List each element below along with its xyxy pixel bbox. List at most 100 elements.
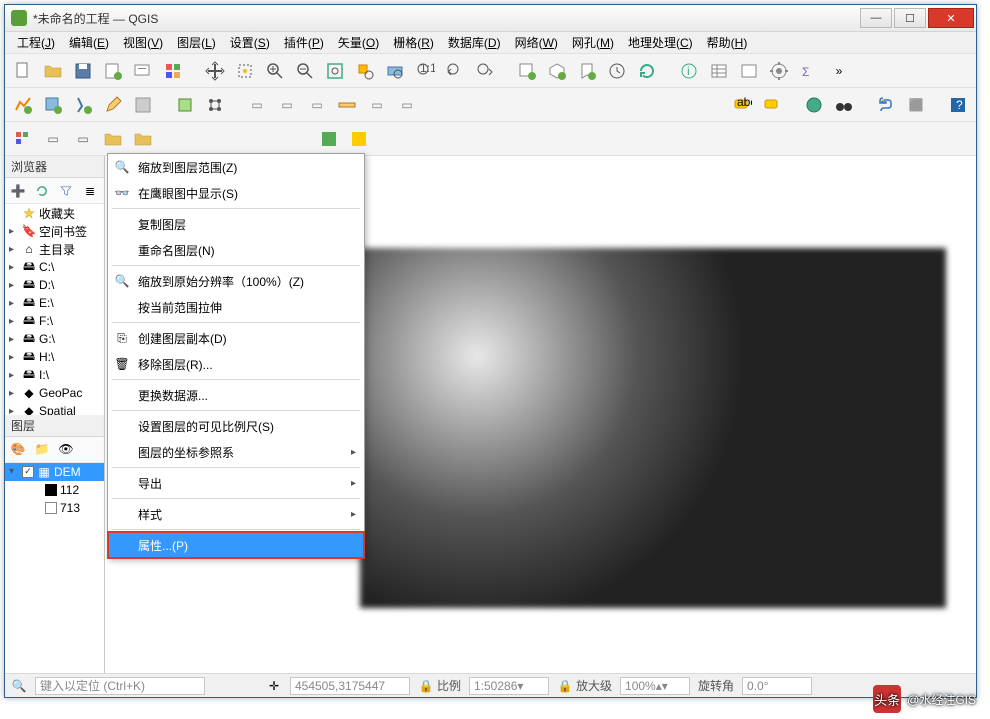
zoom-in-icon[interactable] <box>263 59 287 83</box>
coordinates-display[interactable]: 454505,3175447 <box>290 677 410 695</box>
field-calculator-icon[interactable] <box>737 59 761 83</box>
browser-item-favorites[interactable]: 收藏夹 <box>5 204 104 222</box>
diagram-icon[interactable] <box>760 93 784 117</box>
manage-visibility-icon[interactable]: 👁 <box>57 440 75 458</box>
select-features-icon[interactable]: ▭ <box>245 93 269 117</box>
binoculars-icon[interactable] <box>832 93 856 117</box>
save-edits-icon[interactable] <box>131 93 155 117</box>
browser-item-drive-e[interactable]: ▸🖴E:\ <box>5 294 104 312</box>
magnifier-input[interactable]: 100% ▴▾ <box>620 677 690 695</box>
scale-input[interactable]: 1:50286 ▾ <box>469 677 549 695</box>
browser-item-drive-f[interactable]: ▸🖴F:\ <box>5 312 104 330</box>
browser-item-drive-i[interactable]: ▸🖴I:\ <box>5 366 104 384</box>
ctx-rename-layer[interactable]: 重命名图层(N) <box>108 237 364 263</box>
collapse-all-icon[interactable]: ≣ <box>81 182 99 200</box>
menu-mesh[interactable]: 网孔(M) <box>566 32 620 53</box>
browser-item-drive-d[interactable]: ▸🖴D:\ <box>5 276 104 294</box>
new-print-layout-icon[interactable] <box>101 59 125 83</box>
ctx-properties[interactable]: 属性...(P) <box>108 532 364 558</box>
maximize-button[interactable]: ☐ <box>894 8 926 28</box>
new-geopackage-icon[interactable]: ▭ <box>41 127 65 151</box>
menu-view[interactable]: 视图(V) <box>117 32 169 53</box>
zoom-selection-icon[interactable] <box>353 59 377 83</box>
python-console-icon[interactable] <box>874 93 898 117</box>
measure-angle-icon[interactable]: ▭ <box>395 93 419 117</box>
refresh-browser-icon[interactable] <box>33 182 51 200</box>
select-by-expression-icon[interactable]: ▭ <box>305 93 329 117</box>
ctx-zoom-native[interactable]: 🔍缩放到原始分辨率（100%）(Z) <box>108 268 364 294</box>
browser-tree[interactable]: 收藏夹 ▸🔖空间书签 ▸⌂主目录 ▸🖴C:\ ▸🖴D:\ ▸🖴E:\ ▸🖴F:\… <box>5 204 104 415</box>
zoom-out-icon[interactable] <box>293 59 317 83</box>
help-icon[interactable]: ? <box>946 93 970 117</box>
zoom-last-icon[interactable] <box>443 59 467 83</box>
statistics-icon[interactable]: Σ <box>797 59 821 83</box>
menu-web[interactable]: 网络(W) <box>509 32 564 53</box>
zoom-next-icon[interactable] <box>473 59 497 83</box>
zoom-native-icon[interactable]: 1:1 <box>413 59 437 83</box>
rotation-input[interactable]: 0.0° <box>742 677 812 695</box>
close-button[interactable]: ✕ <box>928 8 974 28</box>
measure-area-icon[interactable]: ▭ <box>365 93 389 117</box>
plugins-icon[interactable]: ⬛ <box>904 93 928 117</box>
menu-edit[interactable]: 编辑(E) <box>63 32 115 53</box>
tb-icon-5[interactable] <box>131 127 155 151</box>
browser-item-bookmarks[interactable]: ▸🔖空间书签 <box>5 222 104 240</box>
new-map-view-icon[interactable] <box>515 59 539 83</box>
ctx-export[interactable]: 导出 <box>108 470 364 496</box>
refresh-icon[interactable] <box>635 59 659 83</box>
new-shapefile-icon[interactable] <box>71 93 95 117</box>
ctx-set-scale-visibility[interactable]: 设置图层的可见比例尺(S) <box>108 413 364 439</box>
menu-help[interactable]: 帮助(H) <box>701 32 754 53</box>
new-3d-view-icon[interactable] <box>545 59 569 83</box>
add-group-icon[interactable]: 📁 <box>33 440 51 458</box>
locator-icon[interactable]: 🔍 <box>11 678 27 694</box>
ctx-styles[interactable]: 样式 <box>108 501 364 527</box>
tb-icon-green[interactable] <box>317 127 341 151</box>
layout-manager-icon[interactable] <box>131 59 155 83</box>
temporal-controller-icon[interactable] <box>605 59 629 83</box>
vertex-tool-icon[interactable] <box>203 93 227 117</box>
new-project-icon[interactable] <box>11 59 35 83</box>
browser-item-home[interactable]: ▸⌂主目录 <box>5 240 104 258</box>
minimize-button[interactable]: — <box>860 8 892 28</box>
new-bookmark-icon[interactable] <box>575 59 599 83</box>
more-icon[interactable]: » <box>827 59 851 83</box>
tb-icon-yellow[interactable] <box>347 127 371 151</box>
ctx-change-datasource[interactable]: 更换数据源... <box>108 382 364 408</box>
ctx-copy-layer[interactable]: 复制图层 <box>108 211 364 237</box>
ctx-stretch-extent[interactable]: 按当前范围拉伸 <box>108 294 364 320</box>
tb-icon-4[interactable] <box>101 127 125 151</box>
menu-database[interactable]: 数据库(D) <box>442 32 507 53</box>
pan-icon[interactable] <box>203 59 227 83</box>
browser-item-drive-g[interactable]: ▸🖴G:\ <box>5 330 104 348</box>
browser-item-drive-c[interactable]: ▸🖴C:\ <box>5 258 104 276</box>
menu-layer[interactable]: 图层(L) <box>171 32 222 53</box>
menu-vector[interactable]: 矢量(O) <box>332 32 385 53</box>
toggle-editing-icon[interactable] <box>101 93 125 117</box>
style-manager-icon[interactable] <box>161 59 185 83</box>
pan-to-selection-icon[interactable] <box>233 59 257 83</box>
zoom-layer-icon[interactable] <box>383 59 407 83</box>
browser-item-spatialite[interactable]: ▸◆Spatial <box>5 402 104 415</box>
deselect-icon[interactable]: ▭ <box>275 93 299 117</box>
tb-icon-3[interactable]: ▭ <box>71 127 95 151</box>
menu-raster[interactable]: 栅格(R) <box>387 32 440 53</box>
metasearch-icon[interactable] <box>802 93 826 117</box>
save-project-icon[interactable] <box>71 59 95 83</box>
add-layer-icon[interactable]: ➕ <box>9 182 27 200</box>
identify-icon[interactable]: i <box>677 59 701 83</box>
browser-item-geopackage[interactable]: ▸◆GeoPac <box>5 384 104 402</box>
zoom-full-icon[interactable] <box>323 59 347 83</box>
ctx-duplicate-layer[interactable]: ⎘创建图层副本(D) <box>108 325 364 351</box>
ctx-show-in-overview[interactable]: 👓在鹰眼图中显示(S) <box>108 180 364 206</box>
lock-icon[interactable]: 🔒 <box>557 678 573 694</box>
toolbox-icon[interactable] <box>767 59 791 83</box>
ctx-zoom-to-layer[interactable]: 🔍缩放到图层范围(Z) <box>108 154 364 180</box>
add-vector-icon[interactable] <box>11 93 35 117</box>
ctx-layer-crs[interactable]: 图层的坐标参照系 <box>108 439 364 465</box>
menu-plugins[interactable]: 插件(P) <box>278 32 330 53</box>
open-project-icon[interactable] <box>41 59 65 83</box>
add-feature-icon[interactable] <box>173 93 197 117</box>
label-toolbar-icon[interactable]: abc <box>730 93 754 117</box>
locator-input[interactable]: 键入以定位 (Ctrl+K) <box>35 677 205 695</box>
